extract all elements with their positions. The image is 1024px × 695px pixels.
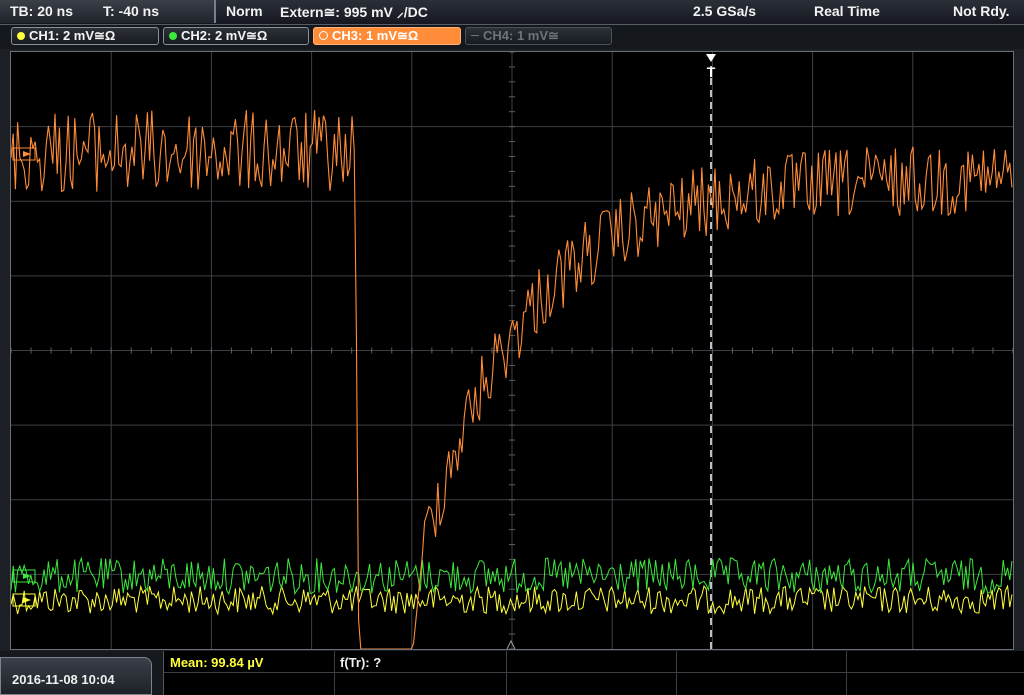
measurement-panel[interactable]: Mean: 99.84 µV f(Tr): ? — [163, 651, 1024, 695]
trigger-source[interactable]: Extern≅: 995 mV ⸝/DC — [280, 3, 428, 22]
trigger-mode[interactable]: Norm — [226, 3, 263, 19]
measurement-divider — [676, 651, 677, 695]
measurement-divider — [164, 672, 1024, 673]
channel-3-button[interactable]: CH3: 1 mV≅Ω — [313, 27, 461, 45]
bottom-bar: 2016-11-08 10:04 Mean: 99.84 µV f(Tr): ? — [0, 651, 1024, 695]
date-time-box: 2016-11-08 10:04 — [0, 657, 152, 695]
measurement-divider — [846, 651, 847, 695]
date-time: 2016-11-08 10:04 — [12, 672, 115, 687]
channel-2-label: CH2: 2 mV≅Ω — [181, 28, 268, 43]
trigger-arrow-icon — [706, 54, 716, 62]
waveform-plot: T — [11, 52, 1013, 649]
sample-rate: 2.5 GSa/s — [693, 3, 757, 19]
channel-4-indicator-icon — [471, 35, 479, 37]
timebase-label: TB: 20 ns — [10, 3, 74, 19]
trigger-label: T — [707, 64, 716, 80]
channel-3-label: CH3: 1 mV≅Ω — [332, 28, 419, 43]
measurement-divider — [506, 651, 507, 695]
measurement-divider — [334, 651, 335, 695]
channel-4-label: CH4: 1 mV≅ — [483, 28, 559, 43]
channel-2-button[interactable]: CH2: 2 mV≅Ω — [163, 27, 309, 45]
trigger-time-label: T: -40 ns — [103, 3, 160, 19]
channel-1-label: CH1: 2 mV≅Ω — [29, 28, 116, 43]
trigger-position-marker: T — [706, 54, 716, 649]
mean-measurement: Mean: 99.84 µV — [170, 655, 264, 670]
channel-2-indicator-icon — [169, 32, 177, 40]
top-status-bar: TB: 20 ns T: -40 ns Norm Extern≅: 995 mV… — [0, 0, 1024, 25]
status-readout: Not Rdy. — [953, 3, 1010, 19]
channel-3-indicator-icon — [319, 31, 328, 40]
waveform-display[interactable]: T — [10, 51, 1014, 650]
acquisition-mode: Real Time — [814, 3, 880, 19]
channel-4-button[interactable]: CH4: 1 mV≅ — [465, 27, 612, 45]
channel-1-indicator-icon — [17, 32, 25, 40]
timebase-box[interactable]: TB: 20 ns T: -40 ns — [0, 0, 216, 23]
channel-1-offset-marker-icon — [12, 593, 36, 607]
channel-1-button[interactable]: CH1: 2 mV≅Ω — [11, 27, 159, 45]
horizontal-position-marker-icon — [506, 639, 516, 649]
rise-frequency-measurement: f(Tr): ? — [340, 655, 382, 670]
channel-bar: CH1: 2 mV≅Ω CH2: 2 mV≅Ω CH3: 1 mV≅Ω CH4:… — [0, 25, 1024, 49]
